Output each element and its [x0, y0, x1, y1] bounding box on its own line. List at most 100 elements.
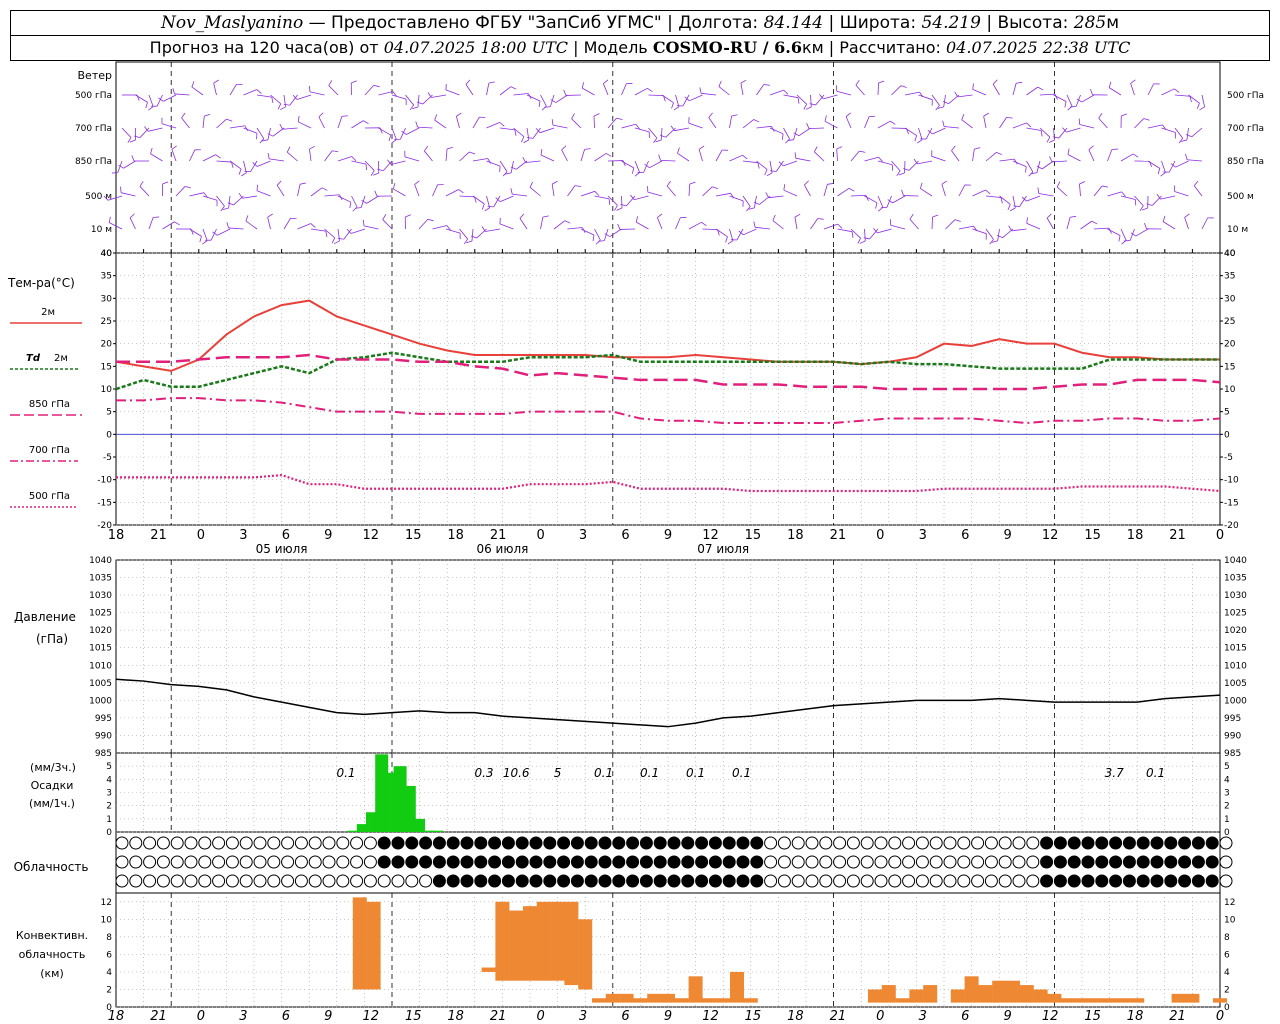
wind-barb	[1135, 228, 1149, 237]
x-tick-label-bottom: 18	[787, 1009, 804, 1024]
x-tick-label-bottom: 12	[1042, 1009, 1059, 1024]
wind-barb	[432, 225, 447, 230]
wind-barb	[1046, 217, 1054, 230]
wind-barb	[769, 89, 784, 96]
wind-barb	[175, 186, 186, 197]
cloud-circle	[1205, 855, 1219, 869]
cloud-circle	[929, 874, 943, 888]
cloud-circle	[281, 836, 295, 850]
cloud-circle	[1109, 874, 1123, 888]
wind-barb	[689, 94, 703, 102]
wind-barb	[391, 94, 407, 100]
wind-barb-flag	[1141, 207, 1148, 211]
wind-barb-flag	[913, 158, 918, 165]
cloud-circle	[405, 836, 419, 850]
cloud-circle	[584, 855, 598, 869]
wind-barb-flag	[972, 83, 974, 90]
wind-barb-flag	[286, 146, 291, 153]
x-tick-label: 18	[108, 528, 125, 543]
wind-barb	[1093, 185, 1103, 197]
wind-barb-flag	[458, 189, 464, 194]
temp-ytick-right: -10	[1224, 476, 1239, 486]
precip-3h-label: 0.1	[1146, 766, 1165, 780]
wind-barb	[525, 160, 541, 163]
cloud-circle	[570, 874, 584, 888]
precip-bar	[412, 818, 425, 832]
x-tick-label: 15	[405, 528, 422, 543]
wind-barb	[890, 224, 906, 230]
wind-barb-flag	[765, 192, 769, 198]
wind-barb	[189, 149, 196, 162]
wind-barb	[1184, 217, 1189, 230]
wind-barb	[837, 187, 850, 197]
temp-ytick-right: 20	[1224, 340, 1236, 350]
wind-barb	[245, 220, 258, 230]
wind-barb	[418, 219, 429, 230]
wind-barb	[1026, 195, 1041, 202]
temp-ytick-right: 30	[1224, 294, 1236, 304]
wind-barb	[148, 94, 154, 107]
wind-barb	[626, 195, 636, 207]
wind-barb-flag	[527, 137, 534, 139]
pres-ytick-left: 1040	[89, 556, 112, 566]
wind-barb	[997, 228, 1000, 241]
wind-barb-flag	[510, 188, 513, 195]
pres-ytick-left: 1020	[89, 626, 112, 636]
wind-barb-flag	[857, 238, 861, 244]
wind-barb	[364, 85, 375, 96]
cloud-circle	[253, 855, 267, 869]
cloud-circle	[612, 855, 626, 869]
wind-barb	[742, 160, 758, 164]
wind-barb	[328, 85, 339, 96]
wind-barb	[424, 150, 433, 162]
wind-barb	[337, 116, 343, 129]
wind-barb	[120, 192, 136, 197]
wind-barb	[932, 127, 946, 135]
wind-barb	[1201, 94, 1205, 107]
cloud-circle	[971, 874, 985, 888]
wind-barb	[296, 94, 312, 100]
x-tick-label: 0	[197, 528, 205, 543]
cloud-circle	[1109, 836, 1123, 850]
pres-ytick-left: 985	[95, 749, 112, 759]
cloud-circle	[129, 855, 143, 869]
wind-barb-flag	[391, 139, 397, 144]
cloud-circle	[902, 855, 916, 869]
wind-barb	[1193, 185, 1203, 197]
wind-barb-flag	[824, 115, 827, 122]
cloud-circle	[281, 874, 295, 888]
cloud-circle	[764, 836, 778, 850]
wind-bottom-tick: 40	[101, 249, 113, 259]
cloud-circle	[626, 836, 640, 850]
cloud-circle	[695, 836, 709, 850]
wind-barb	[1151, 195, 1162, 206]
prec-ytick-left: 4	[106, 775, 112, 785]
wind-barb	[174, 93, 190, 96]
wind-barb	[406, 127, 420, 135]
wind-barb	[794, 217, 798, 230]
cloud-circle	[736, 836, 750, 850]
wind-barb	[256, 127, 265, 139]
prec-ytick-left: 3	[106, 789, 112, 799]
cloud-circle	[902, 836, 916, 850]
wind-barb-flag	[855, 79, 860, 86]
wind-barb-flag	[297, 115, 300, 122]
wind-barb	[715, 149, 723, 162]
wind-barb-flag	[653, 137, 658, 144]
wind-barb	[540, 127, 555, 134]
cloud-circle	[695, 855, 709, 869]
pres-ytick-right: 1035	[1224, 574, 1247, 584]
wind-barb	[289, 94, 298, 106]
cloud-circle	[764, 874, 778, 888]
wind-barb-flag	[529, 181, 533, 188]
wind-barb	[139, 186, 150, 197]
wind-barb-flag	[875, 202, 878, 209]
wind-barb	[1081, 94, 1095, 103]
cloud-circle	[833, 836, 847, 850]
wind-barb-flag	[731, 114, 738, 117]
cloud-circle	[888, 855, 902, 869]
wind-barb-flag	[267, 152, 270, 159]
wind-barb	[869, 228, 879, 240]
cloud-circle	[391, 874, 405, 888]
prec-ytick-right: 3	[1224, 789, 1230, 799]
